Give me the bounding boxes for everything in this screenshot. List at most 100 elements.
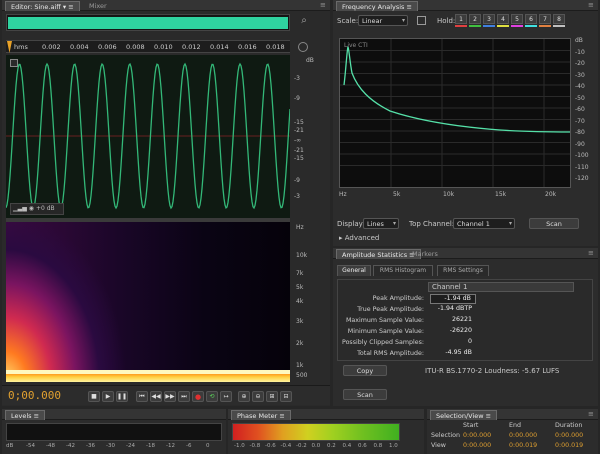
hold-button-5[interactable]: 5 xyxy=(511,14,523,24)
chevron-down-icon[interactable]: ▾ xyxy=(63,3,66,11)
spectrum-graph[interactable]: Live CTI xyxy=(339,38,571,188)
tab-editor[interactable]: Editor: Sine.aiff ▾ ≡ xyxy=(5,1,80,11)
tab-markers[interactable]: Markers xyxy=(407,249,443,259)
spectrum-y-tick: -80 xyxy=(575,129,585,136)
menu-icon[interactable]: ≡ xyxy=(279,412,284,420)
tab-phase-meter[interactable]: Phase Meter ≡ xyxy=(231,410,291,420)
tab-frequency-analysis[interactable]: Frequency Analysis ≡ xyxy=(336,1,418,11)
display-select[interactable]: Lines ▾ xyxy=(363,218,399,229)
ruler-settings-icon[interactable] xyxy=(298,42,308,52)
db-scale-tick: -15 xyxy=(294,155,304,162)
stat-value: -4.95 dB xyxy=(445,349,472,356)
knob-icon[interactable]: ◉ xyxy=(29,205,34,212)
rewind-button[interactable]: ◀◀ xyxy=(150,391,162,402)
play-button[interactable]: ▶ xyxy=(102,391,114,402)
zoom-in-amplitude-button[interactable]: ⊕ xyxy=(238,391,250,402)
tab-mixer[interactable]: Mixer xyxy=(84,1,112,11)
zoom-out-amplitude-button[interactable]: ⊖ xyxy=(252,391,264,402)
levels-meter xyxy=(6,423,222,441)
spectrum-x-tick: 5k xyxy=(393,191,401,198)
panel-menu-icon[interactable]: ≡ xyxy=(588,410,595,418)
phase-tick: 0.8 xyxy=(373,443,383,449)
menu-icon[interactable]: ≡ xyxy=(34,412,39,420)
zoom-in-time-button[interactable]: ⊞ xyxy=(266,391,278,402)
spectrum-x-tick: 10k xyxy=(443,191,455,198)
selection-duration-value[interactable]: 0:00.000 xyxy=(555,432,583,439)
selection-end-value[interactable]: 0:00.019 xyxy=(509,442,537,449)
hold-button-7[interactable]: 7 xyxy=(539,14,551,24)
playhead-marker[interactable] xyxy=(7,41,12,53)
top-channel-select-value: Channel 1 xyxy=(457,220,490,228)
pause-button[interactable]: ❚❚ xyxy=(116,391,128,402)
waveform-view[interactable]: ▁▃▅ ◉ +0 dB xyxy=(6,55,290,218)
hold-color-swatch xyxy=(455,25,467,27)
channel-header: Channel 1 xyxy=(428,282,574,292)
zoom-overview-icon[interactable]: ⌕ xyxy=(297,15,311,29)
freq-scale-tick: 4k xyxy=(296,298,304,305)
scale-select-value: Linear xyxy=(362,17,383,25)
db-scale-tick: -3 xyxy=(294,75,300,82)
overview-bar[interactable] xyxy=(6,14,290,31)
subtab-0[interactable]: General xyxy=(337,265,371,276)
spectral-view[interactable] xyxy=(6,222,290,382)
hold-button-1[interactable]: 1 xyxy=(455,14,467,24)
channel-toggle-icon[interactable] xyxy=(10,59,18,67)
stat-value: 0 xyxy=(467,338,472,345)
top-channel-label: Top Channel: xyxy=(409,220,455,228)
selection-end-value[interactable]: 0:00.000 xyxy=(509,432,537,439)
spectrum-y-tick: -40 xyxy=(575,83,585,90)
go-to-start-button[interactable]: ⏮ xyxy=(136,391,148,402)
waveform-svg xyxy=(6,62,290,210)
selection-row-label: Selection xyxy=(431,432,461,439)
scale-select[interactable]: Linear ▾ xyxy=(358,15,408,26)
stat-label: Total RMS Amplitude: xyxy=(357,350,424,357)
time-ruler[interactable]: hms 0.002 0.004 0.006 0.008 0.010 0.012 0.014 0.… xyxy=(6,40,290,53)
skip-button[interactable]: ↦ xyxy=(220,391,232,402)
phase-tick: -0.8 xyxy=(249,443,261,449)
hud-volume[interactable]: ▁▃▅ ◉ +0 dB xyxy=(10,203,64,215)
display-select-value: Lines xyxy=(367,220,384,228)
phase-tick: -1.0 xyxy=(234,443,245,449)
phase-tick: 1.0 xyxy=(389,443,398,449)
hold-button-3[interactable]: 3 xyxy=(483,14,495,24)
fast-forward-button[interactable]: ▶▶ xyxy=(164,391,176,402)
stats-scan-button[interactable]: Scan xyxy=(343,389,387,400)
menu-icon[interactable]: ≡ xyxy=(407,3,412,11)
levels-tabbar: Levels ≡ xyxy=(2,409,226,420)
selection-start-value[interactable]: 0:00.000 xyxy=(463,442,491,449)
hold-button-8[interactable]: 8 xyxy=(553,14,565,24)
ruler-tick: 0.014 xyxy=(210,43,229,51)
stop-button[interactable]: ■ xyxy=(88,391,100,402)
selection-duration-value[interactable]: 0:00.019 xyxy=(555,442,583,449)
subtab-2[interactable]: RMS Settings xyxy=(437,265,489,276)
waveform-db-scale: dB -3 -9 -15 -21 -∞ -21 -15 -9 -3 xyxy=(292,55,330,218)
levels-tick: -36 xyxy=(86,443,95,449)
subtab-1[interactable]: RMS Histogram xyxy=(373,265,433,276)
panel-menu-icon[interactable]: ≡ xyxy=(588,249,595,257)
hold-button-2[interactable]: 2 xyxy=(469,14,481,24)
scan-button[interactable]: Scan xyxy=(529,218,579,229)
loop-button[interactable]: ⟲ xyxy=(206,391,218,402)
hold-icon[interactable] xyxy=(417,16,426,25)
selection-start-value[interactable]: 0:00.000 xyxy=(463,432,491,439)
ruler-tick: 0.002 xyxy=(42,43,61,51)
zoom-out-full-button[interactable]: ⊟ xyxy=(280,391,292,402)
panel-menu-icon[interactable]: ≡ xyxy=(588,1,595,9)
hud-volume-value: +0 dB xyxy=(35,205,55,212)
menu-icon[interactable]: ≡ xyxy=(486,412,491,420)
close-icon[interactable]: ≡ xyxy=(68,3,73,11)
top-channel-select[interactable]: Channel 1 ▾ xyxy=(453,218,515,229)
tab-levels[interactable]: Levels ≡ xyxy=(5,410,46,420)
db-scale-tick: -21 xyxy=(294,127,304,134)
advanced-toggle[interactable]: ▸ Advanced xyxy=(339,234,379,242)
copy-button[interactable]: Copy xyxy=(343,365,387,376)
record-button[interactable]: ● xyxy=(192,391,204,402)
hold-button-6[interactable]: 6 xyxy=(525,14,537,24)
selection-tab-label: Selection/View xyxy=(436,412,484,420)
hold-button-4[interactable]: 4 xyxy=(497,14,509,24)
panel-menu-icon[interactable]: ≡ xyxy=(320,1,327,9)
tab-selection-view[interactable]: Selection/View ≡ xyxy=(430,410,498,420)
go-to-end-button[interactable]: ⏭ xyxy=(178,391,190,402)
hold-color-swatch xyxy=(497,25,509,27)
freq-scale-tick: 10k xyxy=(296,252,308,259)
